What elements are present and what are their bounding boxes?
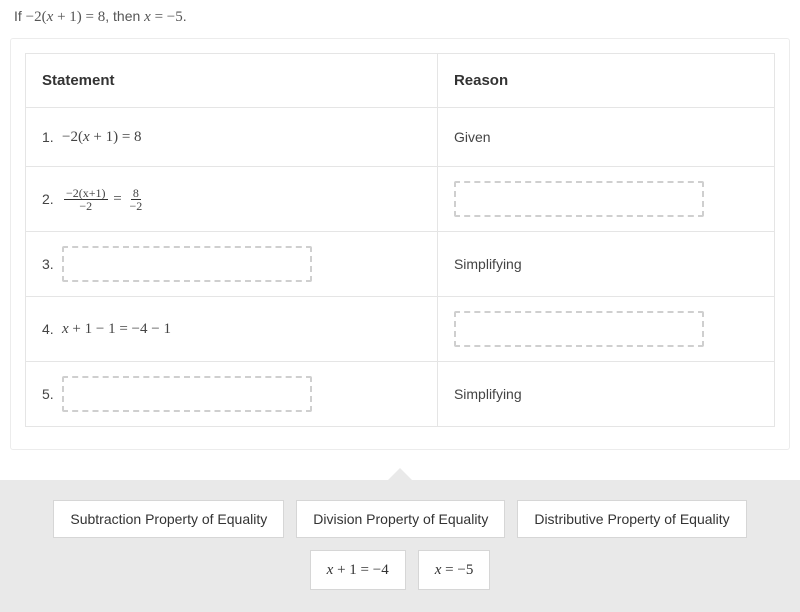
table-row: 3. Simplifying (26, 232, 775, 297)
row-number: 2. (42, 191, 56, 207)
row-number: 1. (42, 129, 56, 145)
answer-tile[interactable]: x + 1 = −4 (310, 550, 406, 590)
answer-tile[interactable]: Division Property of Equality (296, 500, 505, 538)
problem-prompt: If −2(x + 1) = 8, then x = −5. (10, 8, 790, 38)
statement-math: x + 1 − 1 = −4 − 1 (62, 321, 171, 338)
statement-math: −2(x + 1) = 8 (62, 129, 142, 146)
table-row: 1. −2(x + 1) = 8 Given (26, 108, 775, 167)
table-row: 2. −2(x+1)−2 = 8−2 (26, 167, 775, 232)
reason-dropzone[interactable] (454, 181, 704, 217)
header-reason: Reason (437, 54, 774, 108)
answer-tray-area: Subtraction Property of Equality Divisio… (0, 450, 800, 612)
reason-dropzone[interactable] (454, 311, 704, 347)
answer-tile[interactable]: Distributive Property of Equality (517, 500, 746, 538)
proof-table: Statement Reason 1. −2(x + 1) = 8 Given (25, 53, 775, 427)
reason-text: Simplifying (437, 362, 774, 427)
statement-dropzone[interactable] (62, 246, 312, 282)
answer-tile[interactable]: x = −5 (418, 550, 491, 590)
table-row: 5. Simplifying (26, 362, 775, 427)
tray-arrow-icon (384, 468, 416, 484)
answer-tile[interactable]: Subtraction Property of Equality (53, 500, 284, 538)
reason-text: Simplifying (437, 232, 774, 297)
table-row: 4. x + 1 − 1 = −4 − 1 (26, 297, 775, 362)
row-number: 3. (42, 256, 56, 272)
statement-dropzone[interactable] (62, 376, 312, 412)
header-statement: Statement (26, 54, 438, 108)
row-number: 4. (42, 321, 56, 337)
row-number: 5. (42, 386, 56, 402)
reason-text: Given (437, 108, 774, 167)
statement-math: −2(x+1)−2 = 8−2 (62, 187, 146, 212)
proof-panel: Statement Reason 1. −2(x + 1) = 8 Given (10, 38, 790, 450)
answer-tray: Subtraction Property of Equality Divisio… (0, 480, 800, 612)
